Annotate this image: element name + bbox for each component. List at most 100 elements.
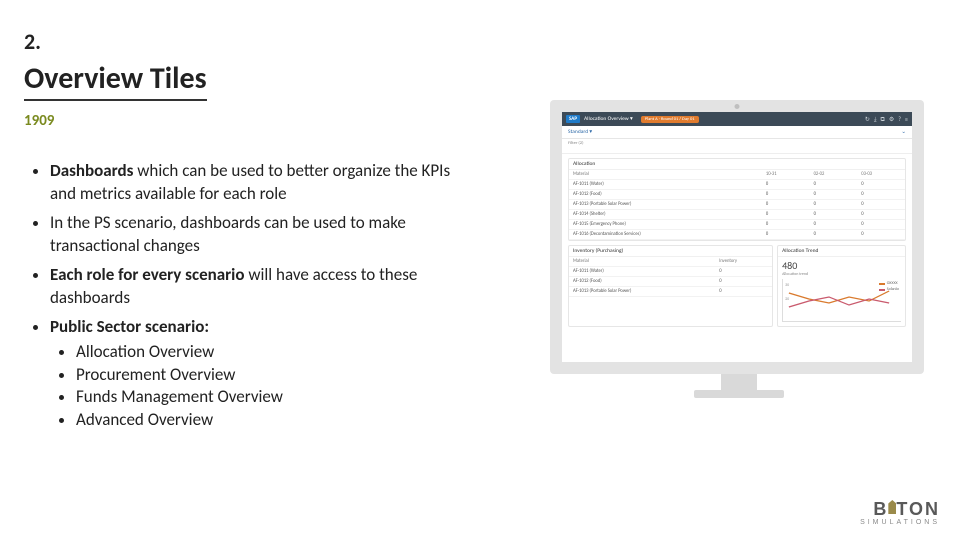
legend-label-1: OXXXX	[887, 281, 898, 286]
bullet-4-bold: Public Sector scenario:	[50, 316, 209, 337]
cell: AF-1013 (Portable Solar Power)	[569, 200, 762, 210]
cell: AF-1012 (Food)	[569, 190, 762, 200]
brand-pre: B	[873, 499, 888, 519]
col-inventory: Inventory	[715, 257, 772, 267]
screenshot-monitor-frame: SAP Allocation Overview ▾ Plant A · Roun…	[550, 100, 924, 374]
col-3: 03-03	[857, 170, 905, 180]
table-row: AF-1011 (Water)0	[569, 267, 772, 277]
bullet-1: Dashboards which can be used to better o…	[50, 160, 478, 206]
refresh-icon[interactable]: ↻	[865, 115, 870, 124]
col-material: Material	[569, 257, 715, 267]
variant-dropdown[interactable]: Standard ▾	[568, 129, 592, 135]
cell: 0	[857, 230, 905, 240]
cell: 0	[810, 230, 858, 240]
col-2: 02-02	[810, 170, 858, 180]
cell: AF-1011 (Water)	[569, 180, 762, 190]
sap-variant-bar: Standard ▾ ⌄	[562, 126, 912, 139]
sap-context-pill: Plant A · Round 01 / Day 01	[641, 116, 699, 123]
legend-label-2: SolarAx	[887, 287, 899, 292]
monitor-stand	[694, 374, 784, 402]
cell: 0	[762, 200, 810, 210]
cell: AF-1011 (Water)	[569, 267, 715, 277]
cell: 0	[857, 210, 905, 220]
bullet-4-sub-4: Advanced Overview	[76, 409, 478, 432]
download-icon[interactable]: ⤓	[874, 115, 877, 124]
legend-swatch-2	[879, 289, 885, 291]
allocation-card: Allocation Material 10-31 02-02 03-03 AF…	[568, 158, 906, 241]
slide-tag: 1909	[24, 112, 54, 130]
slide-title: Overview Tiles	[24, 60, 207, 101]
bullet-4-sub-1: Allocation Overview	[76, 341, 478, 364]
table-header-row: Material Inventory	[569, 257, 772, 267]
webcam-dot	[735, 104, 740, 109]
brand-bar-icon	[888, 499, 896, 517]
inventory-card-title: Inventory (Purchasing)	[569, 246, 772, 257]
cell: AF-1015 (Emergency Phone)	[569, 220, 762, 230]
collapse-icon[interactable]: ⌄	[901, 129, 906, 135]
screenshot-screen: SAP Allocation Overview ▾ Plant A · Roun…	[562, 112, 912, 362]
gear-icon[interactable]: ⚙	[889, 115, 894, 124]
trend-chart: 30 20 OXXXX SolarAx	[782, 279, 901, 322]
table-row: AF-1016 (Decontamination Services)000	[569, 230, 905, 240]
table-header-row: Material 10-31 02-02 03-03	[569, 170, 905, 180]
cell: 0	[857, 180, 905, 190]
cell: 0	[715, 267, 772, 277]
cell: 0	[762, 220, 810, 230]
bullet-3-bold: Each role for every scenario	[50, 264, 245, 285]
cell: 0	[857, 220, 905, 230]
sap-logo: SAP	[566, 115, 580, 123]
trend-card: Allocation Trend 480 Allocation trend 30…	[777, 245, 906, 327]
table-row: AF-1013 (Portable Solar Power)0	[569, 287, 772, 297]
cell: AF-1016 (Decontamination Services)	[569, 230, 762, 240]
cell: 0	[857, 190, 905, 200]
cell: 0	[810, 200, 858, 210]
cell: 0	[762, 210, 810, 220]
table-row: AF-1015 (Emergency Phone)000	[569, 220, 905, 230]
cell: 0	[762, 230, 810, 240]
sap-header-icons: ↻ ⤓ ⧉ ⚙ ? ≡	[865, 115, 908, 124]
bullet-4: Public Sector scenario: Allocation Overv…	[50, 316, 478, 433]
inventory-table: Material Inventory AF-1011 (Water)0 AF-1…	[569, 257, 772, 297]
baton-logo: B TON SIMULATIONS	[860, 500, 940, 526]
cell: 0	[810, 210, 858, 220]
cell: 0	[715, 277, 772, 287]
slide-number: 2.	[24, 28, 41, 55]
trend-card-title: Allocation Trend	[778, 246, 905, 257]
brand-post: TON	[896, 499, 940, 519]
table-row: AF-1013 (Portable Solar Power)000	[569, 200, 905, 210]
col-1: 10-31	[762, 170, 810, 180]
table-row: AF-1011 (Water)000	[569, 180, 905, 190]
table-row: AF-1012 (Food)0	[569, 277, 772, 287]
filter-label[interactable]: Filter (2)	[568, 141, 583, 146]
cell: AF-1014 (Shelter)	[569, 210, 762, 220]
trend-subtitle: Allocation trend	[778, 272, 905, 277]
cell: 0	[810, 180, 858, 190]
bullet-list: Dashboards which can be used to better o…	[28, 160, 478, 438]
legend-swatch-1	[879, 283, 885, 285]
trend-legend: OXXXX SolarAx	[879, 281, 899, 293]
inventory-card: Inventory (Purchasing) Material Inventor…	[568, 245, 773, 327]
allocation-table: Material 10-31 02-02 03-03 AF-1011 (Wate…	[569, 170, 905, 240]
brand-sub: SIMULATIONS	[860, 519, 940, 526]
sap-app-title[interactable]: Allocation Overview ▾	[584, 116, 633, 122]
bullet-4-sub-2: Procurement Overview	[76, 364, 478, 387]
cell: 0	[762, 190, 810, 200]
bullet-4-sub-3: Funds Management Overview	[76, 386, 478, 409]
cell: 0	[762, 180, 810, 190]
cell: AF-1013 (Portable Solar Power)	[569, 287, 715, 297]
cell: 0	[810, 220, 858, 230]
allocation-card-title: Allocation	[569, 159, 905, 170]
col-material: Material	[569, 170, 762, 180]
cell: 0	[810, 190, 858, 200]
bullet-1-bold: Dashboards	[50, 160, 133, 181]
table-row: AF-1012 (Food)000	[569, 190, 905, 200]
trend-value: 480	[778, 257, 905, 272]
cell: AF-1012 (Food)	[569, 277, 715, 287]
expand-icon[interactable]: ⧉	[881, 115, 885, 124]
help-icon[interactable]: ?	[898, 115, 901, 124]
menu-icon[interactable]: ≡	[905, 115, 908, 124]
sap-filter-line: Filter (2)	[562, 139, 912, 154]
bullet-2: In the PS scenario, dashboards can be us…	[50, 212, 478, 258]
sap-header-bar: SAP Allocation Overview ▾ Plant A · Roun…	[562, 112, 912, 126]
cell: 0	[857, 200, 905, 210]
